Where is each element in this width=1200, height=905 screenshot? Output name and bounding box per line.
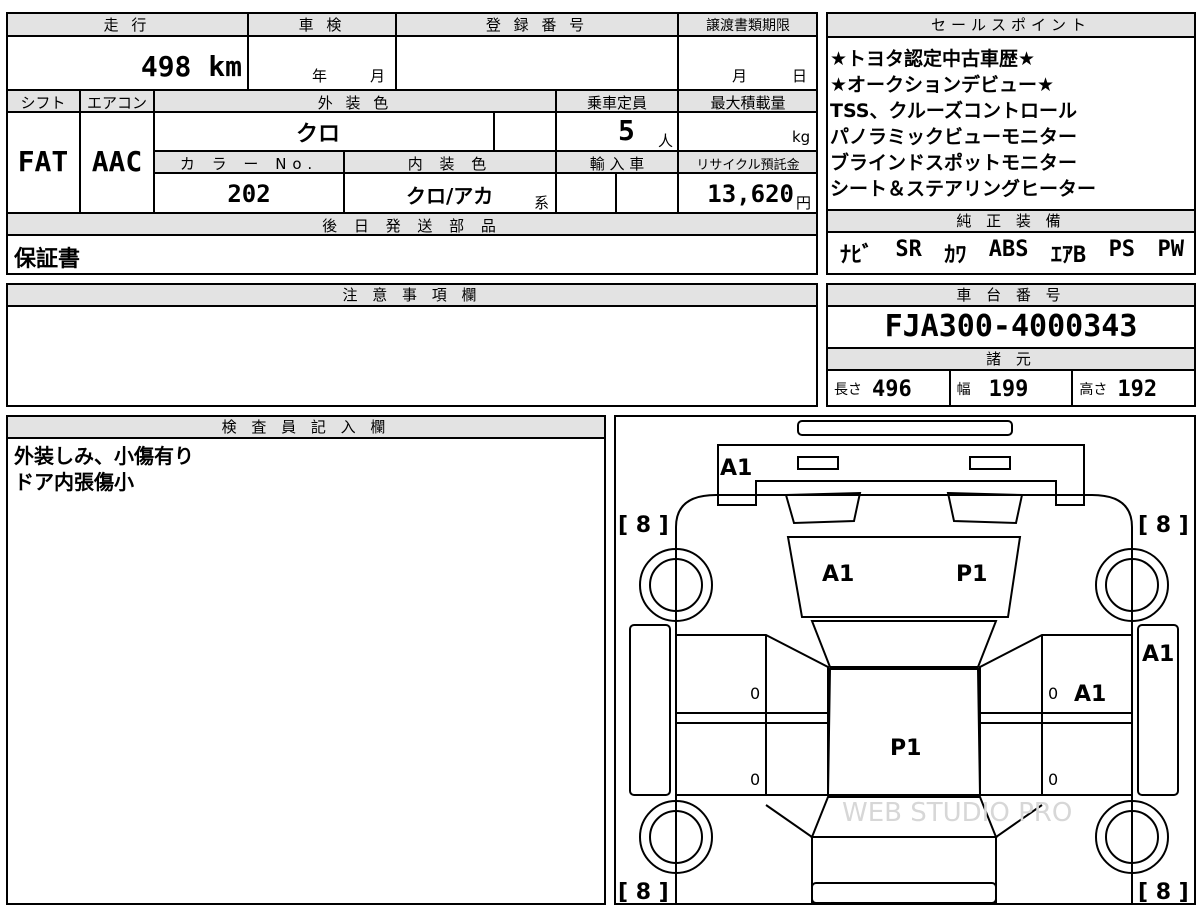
sales-line: TSS、クルーズコントロール <box>830 100 1077 122</box>
equipment-item: ｴｱB <box>1050 243 1087 268</box>
capacity-unit: 人 <box>658 132 674 150</box>
interior-suffix: 系 <box>534 194 550 212</box>
recycle-header: リサイクル預託金 <box>696 158 800 173</box>
equipment-header: 純 正 装 備 <box>828 211 1194 233</box>
spec-height: 高さ 192 <box>1073 371 1194 407</box>
mark-right-front-door: A1 <box>1074 682 1106 707</box>
notes-header: 注 意 事 項 欄 <box>8 285 816 307</box>
sales-line: ★オークションデビュー★ <box>830 74 1055 96</box>
mark-right-fender: A1 <box>1142 642 1174 667</box>
inspection-year: 年 <box>312 67 328 85</box>
sales-point-list: ★トヨタ認定中古車歴★ ★オークションデビュー★ TSS、クルーズコントロール … <box>828 38 1194 202</box>
equipment-item: PS <box>1108 237 1136 262</box>
mileage-unit: km <box>208 50 242 83</box>
mark-roof: P1 <box>890 736 921 761</box>
inspector-line: 外装しみ、小傷有り <box>14 444 194 468</box>
equipment-list: ﾅﾋﾞ SR ｶﾜ ABS ｴｱB PS PW <box>828 233 1194 269</box>
spec-width-value: 199 <box>988 376 1029 402</box>
headlight-right-outline <box>946 491 1024 525</box>
interior-color-value: クロ/アカ <box>406 184 494 208</box>
rear-spoiler-outline <box>797 420 1013 436</box>
equipment-item: PW <box>1157 237 1184 262</box>
door-value: 0 <box>750 684 760 703</box>
notes-box: 注 意 事 項 欄 <box>6 283 818 407</box>
equipment-item: SR <box>895 237 922 262</box>
interior-color-header: 内 装 色 <box>407 155 493 173</box>
equipment-item: ｶﾜ <box>944 243 967 268</box>
mileage-value: 498 km <box>6 50 242 83</box>
inspector-header: 検 査 員 記 入 欄 <box>8 417 604 439</box>
deadline-month: 月 <box>732 67 748 85</box>
door-value: 0 <box>750 770 760 789</box>
mileage-number: 498 <box>140 50 192 83</box>
chassis-header: 車 台 番 号 <box>828 285 1194 307</box>
car-diagram: [ 8 ] [ 8 ] [ 8 ] [ 8 ] A1 A1 P1 P1 A1 A… <box>618 420 1189 903</box>
car-diagram-box: [ 8 ] [ 8 ] [ 8 ] [ 8 ] A1 A1 P1 P1 A1 A… <box>614 415 1196 905</box>
mark-front-bumper: A1 <box>720 456 752 481</box>
sales-point-header: セールスポイント <box>828 14 1194 38</box>
spec-length: 長さ 496 <box>828 371 951 407</box>
grille-right-outline <box>969 456 1011 470</box>
mark-hood-right: P1 <box>956 562 987 587</box>
mileage-header: 走 行 <box>103 16 151 34</box>
sales-line: ★トヨタ認定中古車歴★ <box>830 48 1036 70</box>
equipment-item: ﾅﾋﾞ <box>840 243 874 268</box>
tire-front-right: [ 8 ] <box>1138 513 1189 538</box>
chassis-number: FJA300-4000343 <box>828 307 1194 349</box>
shift-value: FAT <box>17 145 69 178</box>
registration-header: 登 録 番 号 <box>485 16 589 34</box>
tire-front-left: [ 8 ] <box>618 513 669 538</box>
aircon-value: AAC <box>91 145 143 178</box>
spec-length-value: 496 <box>872 376 912 402</box>
shift-header: シフト <box>20 94 66 112</box>
inspector-line: ドア内張傷小 <box>14 470 134 494</box>
specs-row: 長さ 496 幅 199 高さ 192 <box>828 371 1194 407</box>
rear-bumper-outline <box>811 882 997 903</box>
later-parts-header: 後 日 発 送 部 品 <box>322 217 502 235</box>
aircon-header: エアコン <box>86 94 147 112</box>
later-parts-value: 保証書 <box>14 247 81 272</box>
spec-width-label: 幅 <box>956 382 971 398</box>
left-side-panel-outline <box>629 624 671 796</box>
import-header: 輸 入 車 <box>589 155 645 173</box>
sales-line: パノラミックビューモニター <box>830 126 1078 148</box>
headlight-left-outline <box>784 491 862 525</box>
main-sheet: 走 行 車 検 登 録 番 号 譲渡書類期限 498 km 年 月 月 日 シフ… <box>6 12 818 275</box>
recycle-value: 13,620 <box>707 180 794 208</box>
inspector-notes: 外装しみ、小傷有り ドア内張傷小 <box>8 439 604 499</box>
exterior-color-value: クロ <box>296 122 341 147</box>
capacity-header: 乗車定員 <box>586 94 647 112</box>
sales-point-box: セールスポイント ★トヨタ認定中古車歴★ ★オークションデビュー★ TSS、クル… <box>826 12 1196 211</box>
door-value: 0 <box>1048 770 1058 789</box>
spec-width: 幅 199 <box>951 371 1074 407</box>
max-load-unit: kg <box>792 128 811 146</box>
deadline-header: 譲渡書類期限 <box>706 18 790 34</box>
specs-header: 諸 元 <box>828 349 1194 371</box>
capacity-value: 5 <box>618 114 635 147</box>
equipment-box: 純 正 装 備 ﾅﾋﾞ SR ｶﾜ ABS ｴｱB PS PW <box>826 211 1196 275</box>
body-right-outline <box>675 494 1133 903</box>
windshield-outline <box>810 620 998 668</box>
recycle-unit: 円 <box>796 194 812 212</box>
spec-length-label: 長さ <box>834 382 862 398</box>
watermark: WEB STUDIO PRO <box>842 798 1072 828</box>
deadline-day: 日 <box>792 67 808 85</box>
grille-left-outline <box>797 456 839 470</box>
mark-hood-left: A1 <box>822 562 854 587</box>
exterior-color-header: 外 装 色 <box>317 94 393 112</box>
max-load-header: 最大積載量 <box>710 94 786 112</box>
color-no-header: カ ラ ー No. <box>179 155 319 173</box>
color-no-value: 202 <box>227 180 271 208</box>
equipment-item: ABS <box>988 237 1029 262</box>
sales-line: ブラインドスポットモニター <box>830 152 1078 174</box>
sales-line: シート＆ステアリングヒーター <box>830 178 1097 200</box>
inspection-header: 車 検 <box>298 16 346 34</box>
spec-height-label: 高さ <box>1079 382 1108 398</box>
door-value: 0 <box>1048 684 1058 703</box>
roof-outline <box>826 668 982 796</box>
inspection-month: 月 <box>370 67 386 85</box>
chassis-box: 車 台 番 号 FJA300-4000343 諸 元 長さ 496 幅 199 … <box>826 283 1196 407</box>
spec-height-value: 192 <box>1117 376 1158 402</box>
inspector-box: 検 査 員 記 入 欄 外装しみ、小傷有り ドア内張傷小 <box>6 415 606 905</box>
